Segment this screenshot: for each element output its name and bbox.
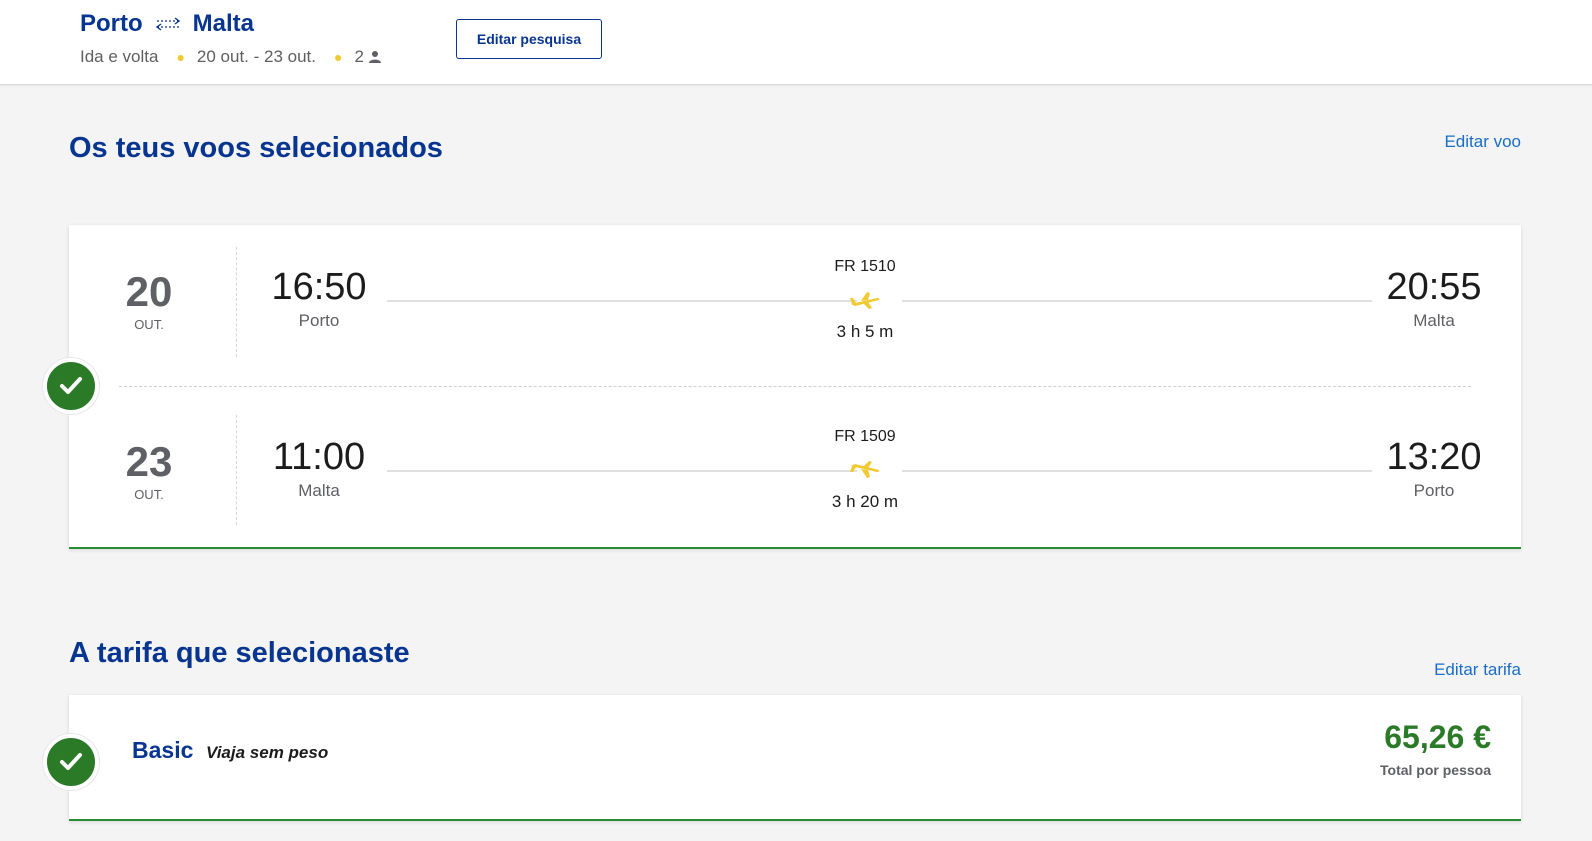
- trip-meta: Ida e volta ● 20 out. - 23 out. ● 2: [80, 47, 382, 67]
- price-note: Total por pessoa: [1380, 762, 1491, 778]
- flights-section-title: Os teus voos selecionados: [69, 132, 443, 164]
- departure-city: Porto: [298, 311, 340, 330]
- departure-time: 16:50: [271, 266, 367, 308]
- arrival-city: Malta: [1413, 311, 1455, 330]
- departure: 11:00 Malta: [259, 437, 379, 501]
- passenger-count: 2: [354, 47, 364, 66]
- trip-type: Ida e volta: [80, 47, 159, 66]
- check-icon: [60, 377, 82, 394]
- flight-number: FR 1509: [834, 428, 896, 445]
- departure-time: 11:00: [272, 436, 366, 478]
- route-title: Porto Malta: [80, 10, 254, 38]
- separator-dot: ●: [334, 49, 343, 65]
- edit-flight-link[interactable]: Editar voo: [1444, 132, 1521, 152]
- swap-arrows-icon: [155, 17, 180, 31]
- separator-dot: ●: [176, 49, 185, 65]
- date-divider: [236, 415, 237, 525]
- departure-city: Malta: [298, 481, 340, 500]
- edit-search-button[interactable]: Editar pesquisa: [456, 19, 602, 59]
- check-icon: [60, 753, 82, 770]
- arrival: 13:20 Porto: [1374, 437, 1494, 501]
- flight-row-return: 23 OUT. 11:00 Malta FR 1509 3 h 20 m 13:…: [69, 415, 1521, 525]
- flight-duration: 3 h 5 m: [836, 322, 894, 341]
- arrival-time: 13:20: [1386, 436, 1482, 478]
- plane-icon: [850, 461, 880, 478]
- arrival: 20:55 Malta: [1374, 267, 1494, 331]
- selected-flights-card: 20 OUT. 16:50 Porto FR 1510 3 h 5 m 20:5…: [69, 225, 1521, 549]
- flight-duration: 3 h 20 m: [831, 492, 899, 511]
- route-line: [387, 470, 857, 472]
- flight-date: 20 OUT.: [104, 268, 194, 333]
- fare-price: 65,26 €: [1384, 719, 1491, 755]
- plane-icon: [850, 292, 880, 309]
- edit-fare-link[interactable]: Editar tarifa: [1434, 660, 1521, 680]
- departure: 16:50 Porto: [259, 267, 379, 331]
- fare-description: Viaja sem peso: [206, 743, 329, 762]
- flight-day: 20: [125, 268, 173, 315]
- fare-section-title: A tarifa que selecionaste: [69, 637, 410, 669]
- flight-day: 23: [125, 438, 173, 485]
- arrival-time: 20:55: [1386, 266, 1482, 308]
- selected-fare-card: Basic Viaja sem peso 65,26 € Total por p…: [69, 695, 1521, 821]
- flight-date: 23 OUT.: [104, 438, 194, 503]
- route-line: [902, 300, 1372, 302]
- flights-divider: [119, 386, 1471, 387]
- route-line: [902, 470, 1372, 472]
- fare-selected-check: [43, 734, 99, 790]
- fare-name: Basic: [132, 737, 194, 763]
- flight-number: FR 1510: [834, 258, 896, 275]
- search-summary-bar: Porto Malta Ida e volta ● 20 out. - 23 o…: [0, 0, 1592, 85]
- flights-selected-check: [43, 358, 99, 414]
- trip-dates: 20 out. - 23 out.: [196, 47, 317, 66]
- destination-city: Malta: [192, 10, 255, 37]
- flight-row-outbound: 20 OUT. 16:50 Porto FR 1510 3 h 5 m 20:5…: [69, 247, 1521, 357]
- route-line: [387, 300, 857, 302]
- arrival-city: Porto: [1413, 481, 1455, 500]
- flight-month: OUT.: [134, 317, 164, 332]
- date-divider: [236, 247, 237, 357]
- origin-city: Porto: [80, 10, 143, 37]
- flight-month: OUT.: [134, 487, 164, 502]
- person-icon: [368, 51, 381, 63]
